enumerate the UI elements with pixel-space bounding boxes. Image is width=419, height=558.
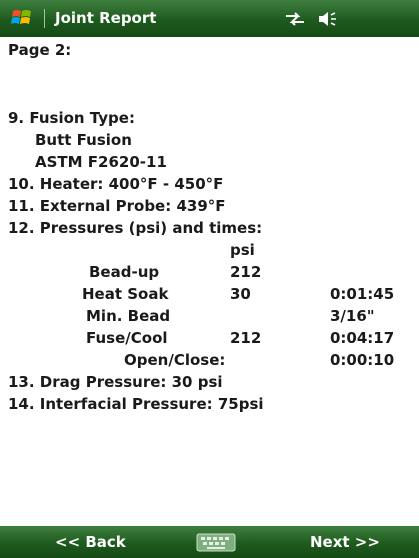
windows-flag-icon[interactable] bbox=[10, 6, 34, 30]
row-label: Open/Close: bbox=[124, 351, 226, 369]
title-separator bbox=[44, 9, 45, 28]
row-psi: 212 bbox=[230, 329, 262, 347]
fusion-standard: ASTM F2620-11 bbox=[35, 153, 167, 171]
next-softkey[interactable]: Next >> bbox=[310, 533, 380, 551]
report-content: Page 2: 9. Fusion Type: Butt Fusion ASTM… bbox=[0, 37, 419, 526]
softkey-bar: << Back Next >> bbox=[0, 526, 419, 558]
psi-column-header: psi bbox=[230, 241, 255, 259]
window-title: Joint Report bbox=[55, 9, 157, 27]
speaker-volume-icon[interactable] bbox=[316, 10, 340, 28]
row-psi: 30 bbox=[230, 285, 251, 303]
title-bar: Joint Report bbox=[0, 0, 419, 37]
fusion-type-label: 9. Fusion Type: bbox=[8, 109, 135, 127]
row-label: Min. Bead bbox=[86, 307, 171, 325]
interfacial-pressure: 14. Interfacial Pressure: 75psi bbox=[8, 395, 264, 413]
back-softkey[interactable]: << Back bbox=[55, 533, 126, 551]
heater-temperature: 10. Heater: 400°F - 450°F bbox=[8, 175, 224, 193]
row-psi: 212 bbox=[230, 263, 262, 281]
row-time: 0:01:45 bbox=[330, 285, 395, 303]
fusion-type-value: Butt Fusion bbox=[35, 131, 132, 149]
row-label: Heat Soak bbox=[82, 285, 169, 303]
pressures-heading: 12. Pressures (psi) and times: bbox=[8, 219, 263, 237]
row-time: 0:04:17 bbox=[330, 329, 395, 347]
row-time: 0:00:10 bbox=[330, 351, 395, 369]
row-label: Bead-up bbox=[89, 263, 160, 281]
row-label: Fuse/Cool bbox=[86, 329, 168, 347]
page-label: Page 2: bbox=[8, 41, 72, 59]
drag-pressure: 13. Drag Pressure: 30 psi bbox=[8, 373, 223, 391]
external-probe-temperature: 11. External Probe: 439°F bbox=[8, 197, 226, 215]
keyboard-icon[interactable] bbox=[196, 533, 236, 552]
connectivity-arrows-icon[interactable] bbox=[283, 10, 307, 28]
row-time: 3/16" bbox=[330, 307, 375, 325]
